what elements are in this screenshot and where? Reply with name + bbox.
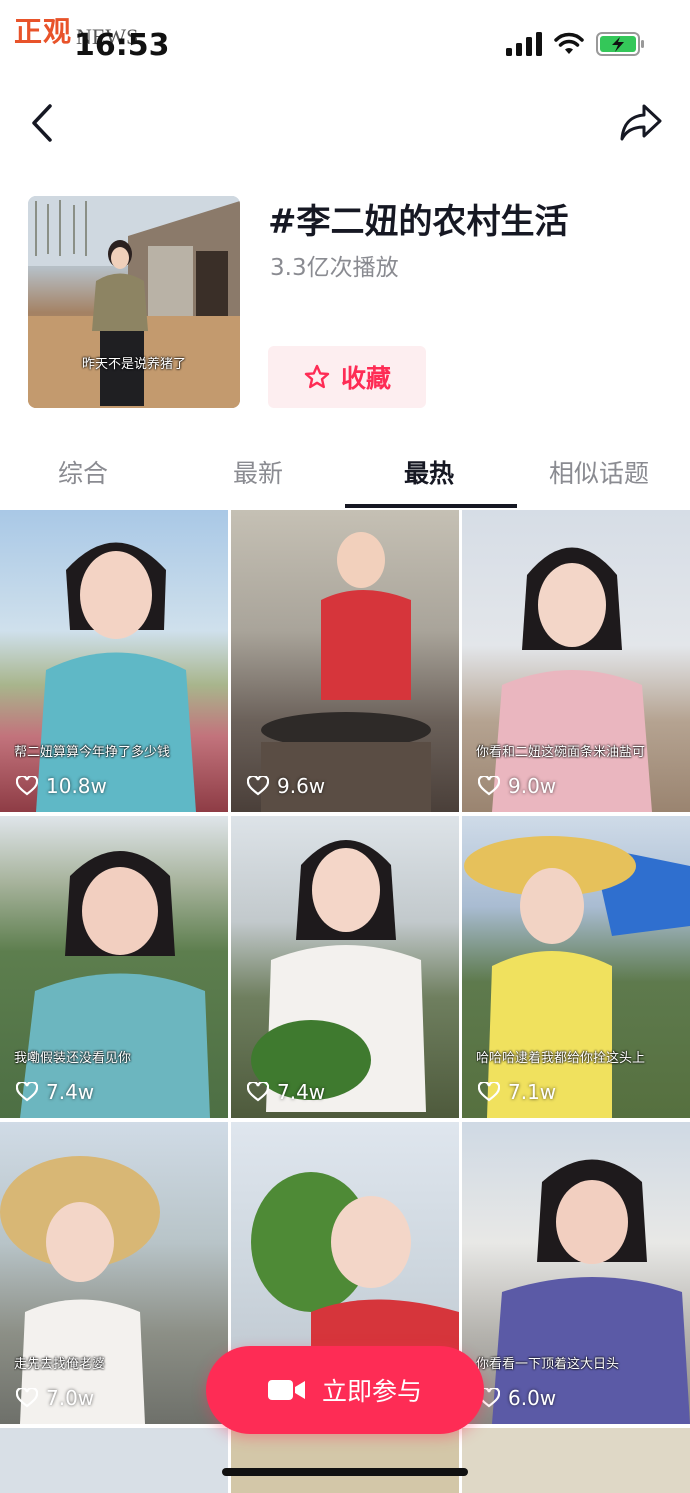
like-count-text: 7.0w (46, 1386, 95, 1410)
chevron-left-icon[interactable] (26, 102, 60, 144)
heart-icon (16, 776, 38, 796)
video-thumbnail[interactable]: 哈哈哈逮着我都给你拴这头上 7.1w (462, 816, 690, 1118)
like-count-text: 7.4w (277, 1080, 326, 1104)
person-figure (36, 542, 196, 812)
video-thumbnail[interactable]: 走先去找俺老婆 7.0w (0, 1122, 228, 1424)
person-figure (20, 851, 210, 1118)
battery-charging-icon (596, 32, 644, 56)
play-count: 3.3亿次播放 (270, 255, 399, 281)
heart-icon (247, 1082, 269, 1102)
favorite-label: 收藏 (340, 364, 391, 393)
video-caption: 走先去找俺老婆 (14, 1357, 106, 1372)
tab-hottest[interactable]: 最热 (404, 454, 454, 490)
like-count: 7.1w (478, 1080, 556, 1104)
cover-caption: 昨天不是说养猪了 (81, 357, 186, 372)
home-indicator[interactable] (222, 1468, 468, 1476)
video-caption: 哈哈哈逮着我都给你拴这头上 (476, 1051, 646, 1066)
tab-bar: 综合 最新 最热 相似话题 (0, 440, 690, 508)
topic-cover-image[interactable]: 昨天不是说养猪了 (28, 196, 240, 408)
person-figure (464, 836, 690, 1118)
person-figure (492, 1159, 690, 1424)
like-count: 6.0w (478, 1386, 556, 1410)
like-count: 7.4w (16, 1080, 94, 1104)
like-count-text: 9.6w (277, 774, 326, 798)
tab-similar-topics[interactable]: 相似话题 (549, 454, 649, 490)
status-icons (506, 32, 646, 56)
video-caption: 你看和二妞这碗面条米油盐可 (476, 745, 646, 760)
person-figure (251, 840, 426, 1112)
video-thumbnail[interactable]: 我嘞假装还没看见你 7.4w (0, 816, 228, 1118)
video-thumbnail[interactable]: 帮二妞算算今年挣了多少钱 10.8w (0, 510, 228, 812)
share-arrow-icon[interactable] (618, 100, 664, 144)
like-count-text: 6.0w (508, 1386, 557, 1410)
tab-latest[interactable]: 最新 (233, 454, 283, 490)
like-count-text: 7.1w (508, 1080, 557, 1104)
participate-button[interactable]: 立即参与 (206, 1346, 484, 1434)
heart-icon (478, 1082, 500, 1102)
topic-title: #李二妞的农村生活 (268, 202, 569, 242)
video-thumbnail[interactable]: 你看看一下顶着这大日头 6.0w (462, 1122, 690, 1424)
like-count-text: 10.8w (46, 774, 107, 798)
watermark-logo: 正观 (14, 15, 73, 48)
tab-comprehensive[interactable]: 综合 (58, 454, 108, 490)
person-figure (0, 1156, 160, 1424)
active-tab-indicator (345, 504, 517, 508)
like-count: 9.6w (247, 774, 325, 798)
participate-label: 立即参与 (321, 1377, 422, 1406)
like-count: 10.8w (16, 774, 107, 798)
like-count-text: 9.0w (508, 774, 557, 798)
heart-icon (16, 1082, 38, 1102)
person-figure (492, 547, 652, 812)
star-outline-icon (304, 364, 330, 389)
video-caption: 帮二妞算算今年挣了多少钱 (14, 745, 171, 760)
video-thumbnail[interactable]: 你看和二妞这碗面条米油盐可 9.0w (462, 510, 690, 812)
video-caption: 你看看一下顶着这大日头 (476, 1357, 620, 1372)
video-thumbnail[interactable]: 9.6w (231, 510, 459, 812)
video-camera-icon (267, 1380, 305, 1400)
video-thumbnail[interactable] (0, 1428, 228, 1493)
video-thumbnail[interactable] (462, 1428, 690, 1493)
heart-icon (16, 1388, 38, 1408)
wifi-icon (554, 32, 584, 54)
like-count: 7.0w (16, 1386, 94, 1410)
signal-icon (506, 32, 542, 56)
heart-icon (478, 776, 500, 796)
like-count: 7.4w (247, 1080, 325, 1104)
status-time: 16:53 (74, 28, 170, 63)
like-count: 9.0w (478, 774, 556, 798)
heart-icon (247, 776, 269, 796)
like-count-text: 7.4w (46, 1080, 95, 1104)
cover-scene (28, 196, 240, 408)
person-figure (261, 532, 431, 812)
video-thumbnail[interactable]: 7.4w (231, 816, 459, 1118)
video-caption: 我嘞假装还没看见你 (14, 1051, 132, 1066)
video-thumbnail[interactable] (231, 1428, 459, 1493)
favorite-button[interactable]: 收藏 (268, 346, 426, 408)
